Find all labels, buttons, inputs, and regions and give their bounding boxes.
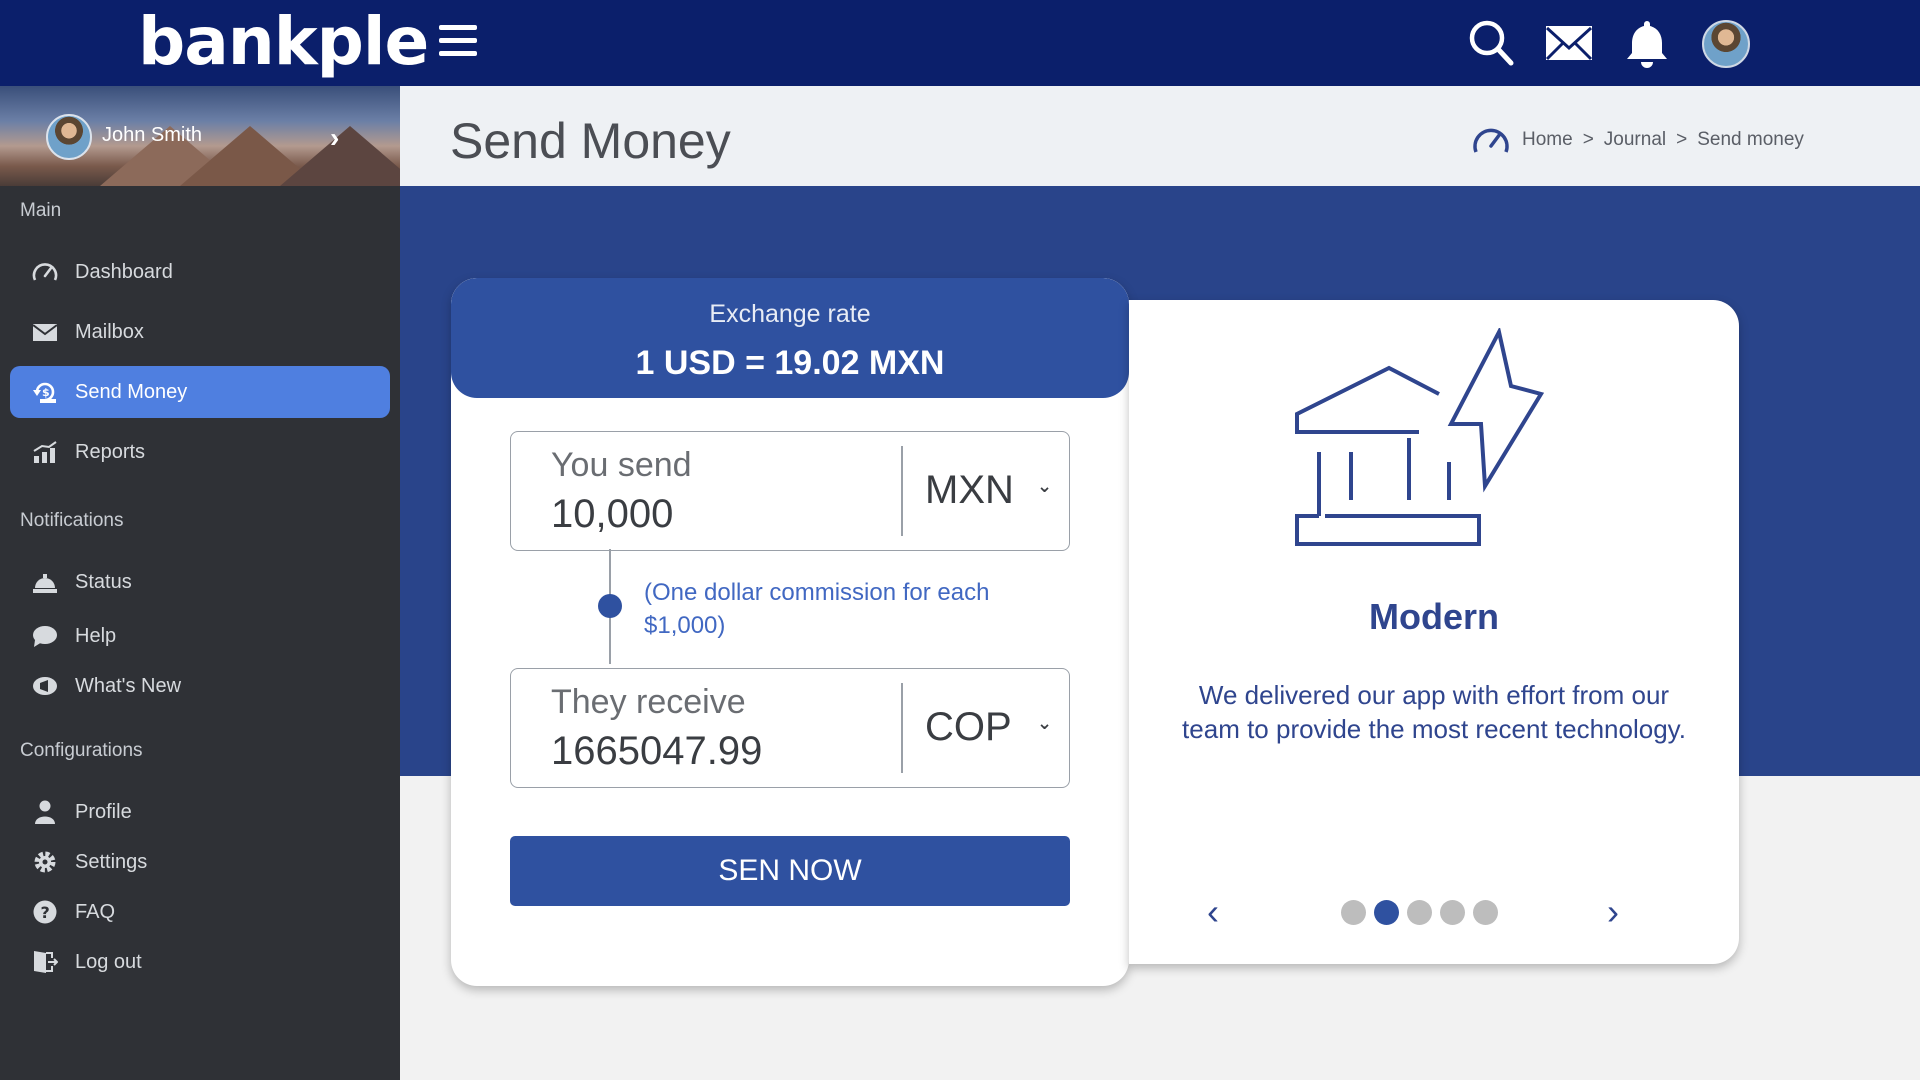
receive-label: They receive: [551, 683, 746, 721]
feature-title: Modern: [1369, 596, 1499, 637]
exchange-rate-header: Exchange rate 1 USD = 19.02 MXN: [451, 278, 1129, 398]
breadcrumb-home[interactable]: Home: [1522, 129, 1573, 151]
chevron-down-icon: ⌄: [1037, 476, 1053, 496]
send-amount-input[interactable]: 10,000: [551, 492, 673, 537]
bell-icon[interactable]: [1622, 18, 1672, 68]
sidebar-item-label: Send Money: [75, 380, 188, 403]
search-icon[interactable]: [1466, 18, 1516, 68]
sidebar-item-help[interactable]: Help: [10, 610, 390, 662]
carousel-dot-active[interactable]: [1374, 900, 1399, 925]
breadcrumb-separator: >: [1582, 129, 1594, 150]
receive-currency-code: COP: [925, 705, 1012, 749]
profile-banner[interactable]: John Smith ›: [0, 86, 400, 186]
top-bar: bankple: [0, 0, 1920, 86]
breadcrumb-journal[interactable]: Journal: [1604, 129, 1666, 151]
send-currency-select[interactable]: MXN ⌄: [911, 468, 1061, 518]
sidebar-item-reports[interactable]: Reports: [10, 426, 390, 478]
sidebar-item-label: Profile: [75, 800, 132, 823]
sidebar-item-label: Reports: [75, 440, 146, 463]
gear-icon: [34, 851, 56, 873]
section-label-notifications: Notifications: [20, 510, 124, 531]
section-label-main: Main: [20, 200, 62, 221]
breadcrumb: Home > Journal > Send money: [1470, 122, 1804, 158]
sidebar-item-label: Mailbox: [75, 320, 144, 343]
avatar[interactable]: [1702, 20, 1750, 68]
megaphone-icon: [33, 677, 57, 695]
gauge-icon: [32, 263, 58, 281]
svg-text:$: $: [42, 386, 50, 399]
svg-text:?: ?: [41, 903, 50, 922]
menu-icon[interactable]: [439, 25, 477, 61]
user-name: John Smith: [102, 124, 203, 146]
send-amount-field[interactable]: You send 10,000 MXN ⌄: [510, 431, 1070, 551]
avatar: [46, 114, 92, 160]
sidebar-item-profile[interactable]: Profile: [10, 786, 390, 838]
sidebar-item-label: Dashboard: [75, 260, 173, 283]
sidebar-item-faq[interactable]: ? FAQ: [10, 886, 390, 938]
breadcrumb-send-money: Send money: [1697, 129, 1804, 150]
sidebar-item-label: Help: [75, 624, 117, 647]
field-divider: [901, 446, 903, 536]
carousel-dot[interactable]: [1341, 900, 1366, 925]
mail-icon[interactable]: [1544, 18, 1594, 68]
logo[interactable]: bankple: [138, 4, 429, 80]
sidebar-item-label: FAQ: [75, 900, 116, 923]
sidebar-item-dashboard[interactable]: Dashboard: [10, 246, 390, 298]
connector-dot: [598, 594, 622, 618]
feature-card: Modern We delivered our app with effort …: [1129, 300, 1739, 964]
mail-icon: [32, 324, 58, 341]
sidebar-item-settings[interactable]: Settings: [10, 836, 390, 888]
sidebar-item-label: Settings: [75, 850, 148, 873]
sidebar-item-mailbox[interactable]: Mailbox: [10, 306, 390, 358]
receive-currency-select[interactable]: COP ⌄: [911, 705, 1061, 755]
bell-desk-icon: [33, 574, 57, 593]
commission-note: (One dollar commission for each $1,000): [644, 579, 990, 639]
question-icon: ?: [33, 900, 57, 924]
carousel-dot[interactable]: [1407, 900, 1432, 925]
chevron-right-icon[interactable]: ›: [330, 122, 339, 154]
receive-amount-value[interactable]: 1665047.99: [551, 729, 762, 774]
chevron-right-icon[interactable]: ›: [1607, 894, 1619, 930]
chevron-left-icon[interactable]: ‹: [1207, 894, 1219, 930]
carousel-dot[interactable]: [1440, 900, 1465, 925]
bank-lightning-icon: [1295, 328, 1545, 546]
sidebar-item-send-money[interactable]: $ Send Money: [10, 366, 390, 418]
sidebar-item-label: Status: [75, 570, 132, 593]
gauge-icon: [1473, 128, 1509, 153]
sidebar: John Smith › Main Dashboard Mailbox $ Se…: [0, 86, 400, 1080]
send-now-button[interactable]: SEN NOW: [510, 836, 1070, 906]
carousel-dot[interactable]: [1473, 900, 1498, 925]
chat-bubble-icon: [33, 626, 57, 647]
exchange-card: Exchange rate 1 USD = 19.02 MXN You send…: [451, 278, 1129, 986]
page-title: Send Money: [450, 113, 731, 169]
field-divider: [901, 683, 903, 773]
money-transfer-icon: $: [33, 382, 56, 403]
exchange-rate-value: 1 USD = 19.02 MXN: [635, 344, 945, 382]
sidebar-item-label: Log out: [75, 950, 142, 973]
breadcrumb-separator: >: [1676, 129, 1688, 150]
sidebar-item-whats-new[interactable]: What's New: [10, 660, 390, 712]
feature-description: We delivered our app with effort from ou…: [1182, 680, 1686, 744]
exchange-rate-label: Exchange rate: [709, 300, 871, 328]
sidebar-item-logout[interactable]: Log out: [10, 936, 390, 988]
section-label-configurations: Configurations: [20, 740, 143, 761]
chevron-down-icon: ⌄: [1037, 713, 1053, 733]
page-header: Send Money Home > Journal > Send money: [400, 86, 1920, 186]
send-label: You send: [551, 446, 692, 484]
chart-icon: [33, 441, 57, 463]
carousel-dots: [1341, 900, 1506, 925]
sidebar-item-status[interactable]: Status: [10, 556, 390, 608]
sidebar-item-label: What's New: [75, 674, 182, 697]
receive-amount-field[interactable]: They receive 1665047.99 COP ⌄: [510, 668, 1070, 788]
send-currency-code: MXN: [925, 468, 1014, 512]
logout-icon: [34, 951, 58, 973]
user-icon: [35, 800, 55, 824]
